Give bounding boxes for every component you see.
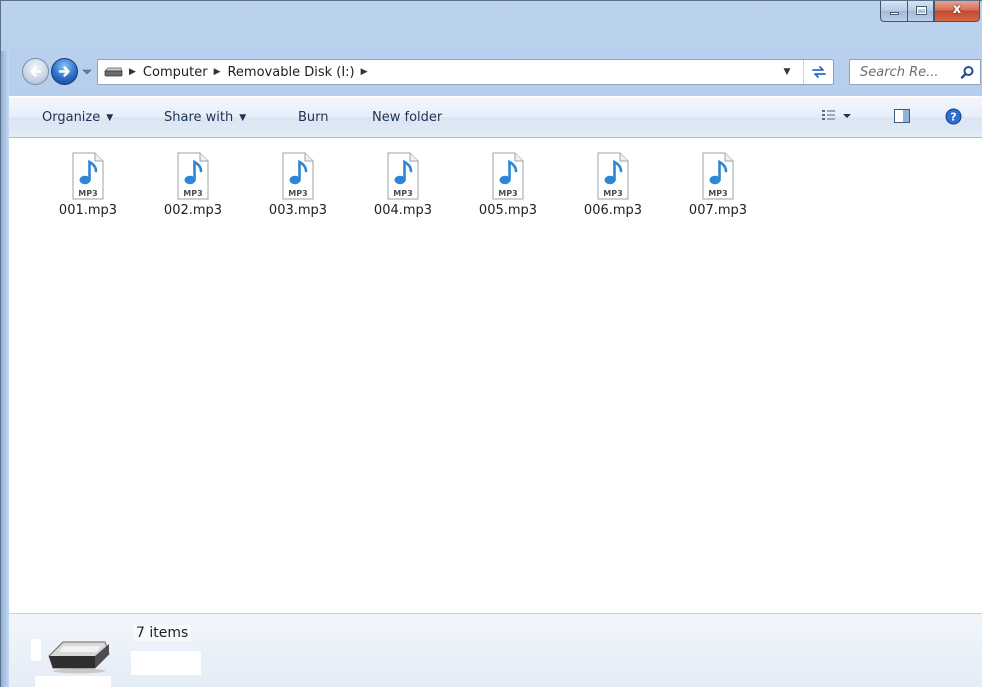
item-count: 7 items	[133, 625, 192, 641]
mp3-file-icon: MP3	[387, 152, 419, 200]
minimize-button[interactable]	[880, 1, 907, 22]
burn-button[interactable]: Burn	[298, 110, 329, 125]
mp3-file-icon: MP3	[72, 152, 104, 200]
file-list-area[interactable]: MP3 001.mp3 MP3 002.mp3 MP3 003.mp3 MP3 004.mp3…	[9, 138, 982, 613]
forward-arrow-icon	[58, 66, 70, 77]
file-item[interactable]: MP3 003.mp3	[253, 152, 343, 218]
forward-button[interactable]	[51, 58, 78, 85]
breadcrumb-computer[interactable]: Computer	[143, 65, 208, 80]
breadcrumb-removable-disk[interactable]: Removable Disk (I:)	[227, 65, 354, 80]
mp3-badge: MP3	[708, 189, 727, 198]
mp3-badge: MP3	[498, 189, 517, 198]
close-button[interactable]: x	[934, 1, 980, 22]
removable-drive-icon	[48, 641, 110, 674]
file-name[interactable]: 007.mp3	[673, 203, 763, 218]
file-name[interactable]: 002.mp3	[148, 203, 238, 218]
file-item[interactable]: MP3 001.mp3	[43, 152, 133, 218]
details-blank-area	[131, 651, 201, 675]
back-button[interactable]	[22, 58, 49, 85]
back-arrow-icon	[30, 66, 42, 77]
file-item[interactable]: MP3 002.mp3	[148, 152, 238, 218]
drive-icon	[104, 67, 123, 76]
address-bar[interactable]: ▶ Computer ▶ Removable Disk (I:) ▶ ▼	[97, 59, 834, 85]
search-icon[interactable]	[960, 65, 975, 80]
mp3-file-icon: MP3	[177, 152, 209, 200]
maximize-button[interactable]	[907, 1, 934, 22]
new-folder-button[interactable]: New folder	[372, 110, 442, 125]
mp3-file-icon: MP3	[702, 152, 734, 200]
file-item[interactable]: MP3 004.mp3	[358, 152, 448, 218]
organize-button[interactable]: Organize ▼	[42, 110, 113, 125]
command-bar: Organize ▼ Share with ▼ Burn New folder ?	[9, 96, 982, 138]
search-placeholder[interactable]: Search Re...	[860, 65, 939, 80]
share-with-button[interactable]: Share with ▼	[164, 110, 246, 125]
details-blank-area	[31, 639, 41, 661]
window-frame-left	[1, 51, 9, 687]
navigation-bar: ▶ Computer ▶ Removable Disk (I:) ▶ ▼ Sea…	[9, 56, 982, 88]
mp3-file-icon: MP3	[492, 152, 524, 200]
svg-text:?: ?	[950, 111, 956, 124]
file-item[interactable]: MP3 005.mp3	[463, 152, 553, 218]
chevron-down-icon: ▼	[106, 113, 114, 123]
breadcrumb-separator-icon[interactable]: ▶	[361, 67, 368, 77]
views-button[interactable]	[821, 108, 853, 128]
file-name[interactable]: 004.mp3	[358, 203, 448, 218]
mp3-file-icon: MP3	[282, 152, 314, 200]
mp3-badge: MP3	[603, 189, 622, 198]
mp3-badge: MP3	[78, 189, 97, 198]
recent-pages-dropdown-icon[interactable]	[82, 67, 92, 77]
file-item[interactable]: MP3 007.mp3	[673, 152, 763, 218]
refresh-button[interactable]	[803, 60, 833, 84]
maximize-icon	[916, 6, 927, 15]
file-name[interactable]: 005.mp3	[463, 203, 553, 218]
chevron-down-icon: ▼	[239, 113, 247, 123]
mp3-badge: MP3	[288, 189, 307, 198]
details-blank-area	[35, 676, 111, 687]
organize-label: Organize	[42, 110, 101, 125]
share-with-label: Share with	[164, 110, 234, 125]
breadcrumb-separator-icon[interactable]: ▶	[214, 67, 221, 77]
file-item[interactable]: MP3 006.mp3	[568, 152, 658, 218]
caption-buttons: x	[880, 1, 980, 22]
file-name[interactable]: 006.mp3	[568, 203, 658, 218]
preview-pane-icon	[894, 109, 910, 123]
preview-pane-button[interactable]	[893, 108, 911, 128]
search-box[interactable]: Search Re...	[849, 59, 981, 85]
breadcrumb-separator-icon[interactable]: ▶	[129, 67, 136, 77]
close-icon: x	[952, 2, 962, 17]
mp3-badge: MP3	[393, 189, 412, 198]
view-options-icon	[822, 110, 851, 120]
file-name[interactable]: 003.mp3	[253, 203, 343, 218]
minimize-icon	[890, 12, 899, 15]
help-icon: ?	[945, 108, 962, 125]
help-button[interactable]: ?	[945, 108, 962, 129]
explorer-window: x ▶ Computer ▶ Removable Disk (I:) ▶ ▼ S…	[0, 0, 982, 687]
mp3-file-icon: MP3	[597, 152, 629, 200]
refresh-icon	[811, 66, 826, 78]
file-name[interactable]: 001.mp3	[43, 203, 133, 218]
details-pane: 7 items	[9, 613, 982, 687]
mp3-badge: MP3	[183, 189, 202, 198]
address-history-dropdown-icon[interactable]: ▼	[777, 60, 797, 84]
